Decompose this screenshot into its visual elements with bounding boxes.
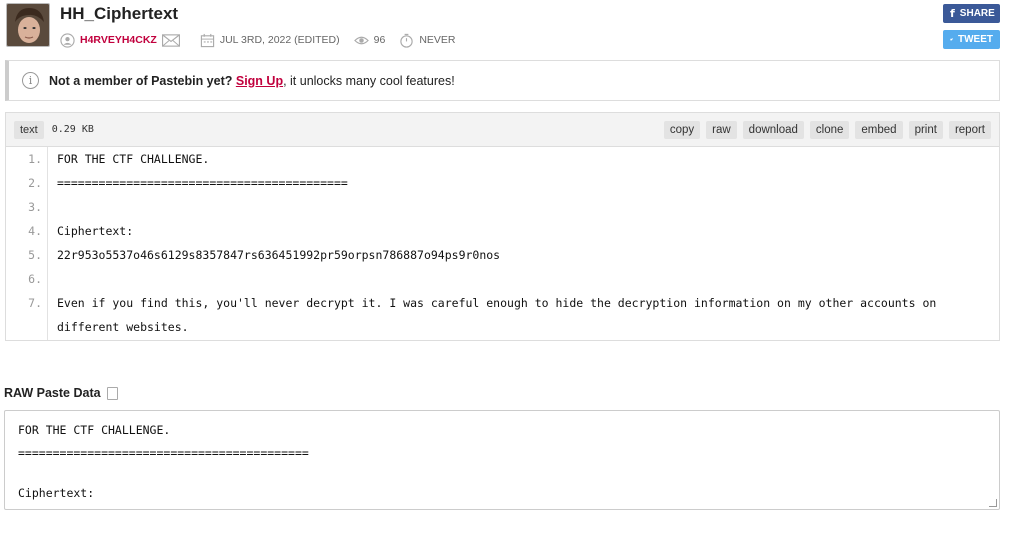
social-buttons: f SHARE TWEET [943, 4, 1000, 49]
paste-expiry: NEVER [419, 34, 456, 46]
report-button[interactable]: report [948, 120, 991, 139]
user-avatar[interactable] [6, 3, 50, 47]
copy-button[interactable]: copy [663, 120, 701, 139]
mail-icon[interactable] [161, 33, 181, 48]
twitter-bird-icon [950, 38, 953, 41]
facebook-icon: f [950, 7, 955, 20]
tweet-label: TWEET [958, 34, 993, 45]
paste-code-box: text 0.29 KB copy raw download clone emb… [5, 112, 1000, 341]
paste-size: 0.29 KB [51, 124, 94, 135]
raw-paste-heading: RAW Paste Data [4, 386, 118, 405]
resize-handle[interactable] [989, 499, 997, 507]
download-button[interactable]: download [742, 120, 804, 139]
raw-line: FOR THE CTF CHALLENGE. [18, 423, 171, 437]
raw-button[interactable]: raw [706, 120, 737, 139]
line-number: 1. [28, 152, 42, 166]
paste-meta: H4RVEYH4CKZ JUL 3RD, 2022 (EDITED) 96 NE… [60, 31, 470, 49]
embed-button[interactable]: embed [855, 120, 903, 139]
timer-icon [400, 33, 414, 48]
code-line: ========================================… [57, 176, 348, 190]
line-number: 7. [28, 296, 42, 310]
line-number: 3. [28, 200, 42, 214]
raw-paste-textarea[interactable]: FOR THE CTF CHALLENGE. =================… [4, 410, 1000, 510]
code-line: Even if you find this, you'll never decr… [57, 296, 937, 310]
raw-line: Ciphertext: [18, 486, 95, 500]
paste-date: JUL 3RD, 2022 (EDITED) [219, 34, 340, 46]
line-number: 4. [28, 224, 42, 238]
syntax-tag[interactable]: text [14, 120, 44, 139]
print-button[interactable]: print [908, 120, 943, 139]
code-line: Ciphertext: [57, 224, 134, 238]
info-icon: i [22, 72, 39, 89]
copy-icon[interactable] [103, 386, 118, 405]
paste-title: HH_Ciphertext [60, 4, 179, 23]
user-icon [60, 32, 75, 48]
code-toolbar: text 0.29 KB copy raw download clone emb… [6, 113, 999, 147]
eye-icon [353, 36, 369, 44]
twitter-tweet-button[interactable]: TWEET [943, 30, 1000, 49]
author-link[interactable]: H4RVEYH4CKZ [80, 34, 157, 46]
calendar-icon [200, 33, 214, 47]
facebook-share-button[interactable]: f SHARE [943, 4, 1000, 23]
signup-notice: i Not a member of Pastebin yet? Sign Up,… [5, 60, 1000, 101]
line-number: 2. [28, 176, 42, 190]
code-line-wrap: different websites. [57, 320, 189, 334]
clone-button[interactable]: clone [809, 120, 850, 139]
raw-paste-title: RAW Paste Data [4, 386, 101, 400]
notice-prefix: Not a member of Pastebin yet? [49, 73, 233, 88]
code-line: 22r953o5537o46s6129s8357847rs636451992pr… [57, 248, 501, 262]
share-label: SHARE [959, 8, 995, 19]
notice-text: Not a member of Pastebin yet? Sign Up, i… [49, 74, 455, 88]
raw-line: ========================================… [18, 446, 309, 460]
notice-suffix: , it unlocks many cool features! [283, 73, 455, 88]
code-line: FOR THE CTF CHALLENGE. [57, 152, 210, 166]
paste-views: 96 [373, 34, 386, 46]
signup-link[interactable]: Sign Up [236, 74, 283, 88]
line-number: 6. [28, 272, 42, 286]
code-actions: copy raw download clone embed print repo… [663, 120, 991, 139]
line-number: 5. [28, 248, 42, 262]
